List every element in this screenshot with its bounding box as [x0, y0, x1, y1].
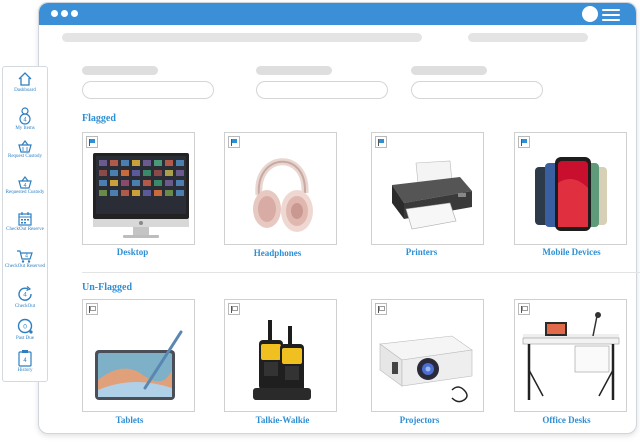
flag-icon[interactable]: [518, 303, 530, 315]
badge-count: 4: [23, 118, 27, 124]
home-icon: [18, 72, 32, 86]
item-label-headphones[interactable]: Headphones: [221, 248, 334, 258]
sidebar-item-requested-custody[interactable]: 4 Requested Custody: [3, 175, 47, 196]
sidebar-item-label: CheckOut Reserve: [6, 227, 44, 232]
item-card-projectors[interactable]: [371, 299, 484, 412]
filter-label-placeholder: [256, 66, 332, 75]
flagged-section-title: Flagged: [82, 113, 116, 124]
item-card-mobile-devices[interactable]: [514, 132, 627, 245]
sidebar-item-label: My Items: [15, 126, 35, 131]
sidebar-item-label: Requested Custody: [5, 190, 45, 195]
basket-icon: [18, 140, 32, 153]
flag-icon[interactable]: [228, 303, 240, 315]
clipboard-icon: 4: [18, 350, 32, 367]
desk-icon: [522, 312, 620, 400]
clock-icon: 0: [17, 318, 33, 334]
item-label-mobile-devices[interactable]: Mobile Devices: [515, 247, 628, 257]
window-dot[interactable]: [61, 10, 68, 17]
filter-input-2[interactable]: [256, 81, 388, 99]
filter-input-1[interactable]: [82, 81, 214, 99]
item-label-tablets[interactable]: Tablets: [73, 415, 186, 425]
sidebar-item-request-custody[interactable]: Request Custody: [3, 139, 47, 160]
flag-icon[interactable]: [86, 303, 98, 315]
flag-icon[interactable]: [86, 136, 98, 148]
badge-count: 4: [23, 358, 27, 364]
item-card-desktop[interactable]: [82, 132, 195, 245]
tablet-icon: [95, 330, 183, 400]
item-card-office-desks[interactable]: [514, 299, 627, 412]
address-bar-placeholder[interactable]: [62, 33, 422, 42]
section-divider: [82, 272, 640, 273]
sidebar-item-label: Dashboard: [14, 88, 36, 93]
window-controls[interactable]: [51, 10, 78, 17]
walkie-talkie-icon: [253, 320, 311, 400]
item-card-tablets[interactable]: [82, 299, 195, 412]
flag-icon[interactable]: [375, 136, 387, 148]
item-label-talkie-walkie[interactable]: Talkie-Walkie: [226, 415, 339, 425]
sidebar-item-history[interactable]: 4 History: [3, 349, 47, 374]
flag-icon[interactable]: [375, 303, 387, 315]
calendar-icon: [18, 212, 32, 226]
sidebar-item-checkout-reserved[interactable]: 4 CheckOut Reserved: [3, 249, 47, 270]
cart-icon: 4: [17, 250, 33, 263]
hamburger-menu-icon[interactable]: [602, 9, 620, 24]
item-card-printers[interactable]: [371, 132, 484, 245]
unflagged-section-title: Un-Flagged: [82, 282, 132, 293]
desktop-icon: [93, 153, 189, 238]
item-card-talkie-walkie[interactable]: [224, 299, 337, 412]
sidebar-item-dashboard[interactable]: Dashboard: [3, 71, 47, 94]
sidebar-item-label: Past Due: [16, 336, 34, 341]
sidebar-item-label: Request Custody: [7, 154, 43, 159]
search-bar-placeholder[interactable]: [468, 33, 588, 42]
filter-label-placeholder: [82, 66, 158, 75]
profile-circle-icon[interactable]: [582, 6, 598, 22]
flag-icon[interactable]: [228, 136, 240, 148]
sidebar-item-label: CheckOut Reserved: [4, 264, 46, 269]
window-dot[interactable]: [51, 10, 58, 17]
headphones-icon: [253, 158, 313, 232]
sidebar-item-label: CheckOut: [14, 304, 36, 309]
sidebar-item-past-due[interactable]: 0 Past Due: [3, 317, 47, 342]
item-label-desktop[interactable]: Desktop: [76, 247, 189, 257]
item-card-headphones[interactable]: [224, 132, 337, 245]
item-label-printers[interactable]: Printers: [365, 247, 478, 257]
printer-icon: [392, 160, 472, 230]
badge-count: 4: [25, 254, 28, 260]
item-label-office-desks[interactable]: Office Desks: [510, 415, 623, 425]
badge-count: 4: [23, 183, 26, 189]
sidebar-item-label: History: [17, 368, 33, 373]
title-bar: [39, 3, 636, 25]
badge-count: 4: [23, 292, 27, 299]
window-dot[interactable]: [71, 10, 78, 17]
filter-label-placeholder: [411, 66, 487, 75]
mobile-devices-icon: [535, 157, 607, 231]
sidebar-item-checkout[interactable]: 4 CheckOut: [3, 285, 47, 310]
projector-icon: [379, 335, 473, 403]
basket-badge-icon: 4: [18, 176, 32, 189]
sidebar-item-my-items[interactable]: 4 My Items: [3, 107, 47, 132]
sidebar: Dashboard 4 My Items Request Custody 4 R…: [2, 66, 48, 382]
sidebar-item-checkout-reserve[interactable]: CheckOut Reserve: [3, 211, 47, 233]
badge-count: 0: [23, 324, 27, 331]
user-icon: 4: [19, 107, 31, 125]
item-label-projectors[interactable]: Projectors: [363, 415, 476, 425]
flag-icon[interactable]: [518, 136, 530, 148]
filter-input-3[interactable]: [411, 81, 543, 99]
refresh-icon: 4: [18, 286, 32, 301]
